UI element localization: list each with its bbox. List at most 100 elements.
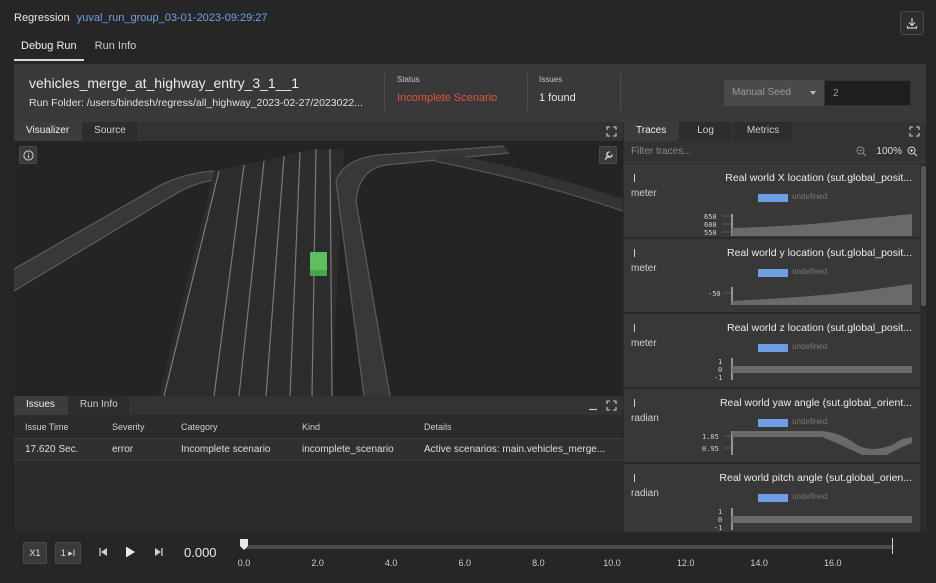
minimize-icon[interactable] [588, 401, 598, 411]
chevron-down-icon [810, 91, 816, 95]
play-icon[interactable] [123, 545, 137, 559]
header-divider [620, 73, 621, 111]
tab-source[interactable]: Source [82, 122, 139, 141]
timeline-tick-label: 6.0 [458, 558, 472, 568]
trace-filter-input[interactable]: Filter traces... [631, 146, 692, 157]
skip-back-icon[interactable] [96, 545, 110, 559]
info-button[interactable] [19, 146, 37, 164]
legend-swatch [758, 419, 788, 427]
trace-marker [634, 174, 635, 182]
legend-swatch [758, 494, 788, 502]
scene-canvas[interactable] [14, 141, 623, 396]
timeline-end-marker [892, 538, 893, 554]
trace-marker [634, 249, 635, 257]
trace-name: Real world pitch angle (sut.global_orien… [719, 472, 912, 484]
trace-card[interactable]: meter Real world X location (sut.global_… [624, 164, 920, 238]
column-header[interactable]: Details [413, 417, 623, 439]
seed-input[interactable]: 2 [824, 80, 911, 106]
y-tick-label: -50 [708, 290, 721, 298]
trace-chart: -50 [708, 284, 912, 305]
top-bar: Regression yuval_run_group_03-01-2023-09… [0, 0, 936, 36]
issue-severity: error [101, 438, 170, 461]
tab-traces[interactable]: Traces [624, 122, 680, 141]
tab-log[interactable]: Log [679, 122, 733, 141]
trace-marker [634, 399, 635, 407]
tab-metrics[interactable]: Metrics [732, 122, 795, 141]
download-button[interactable] [900, 11, 924, 35]
expand-icon[interactable] [909, 126, 920, 137]
issues-value: 1 found [539, 92, 576, 104]
issue-kind: incomplete_scenario [291, 438, 413, 461]
timeline-handle[interactable] [239, 538, 249, 552]
timeline-tick-label: 4.0 [384, 558, 398, 568]
timeline-track[interactable] [244, 545, 893, 549]
y-tick-label: 600 [704, 221, 717, 229]
trace-scrollbar[interactable] [921, 164, 926, 532]
trace-card[interactable]: meter Real world y location (sut.global_… [624, 239, 920, 313]
column-header[interactable]: Severity [101, 417, 170, 439]
trace-chart: 1 0 -1 [714, 358, 912, 382]
y-tick-label: 650 [704, 213, 717, 221]
y-tick-label: 1 [718, 358, 722, 366]
issues-tabs: Issues Run Info [14, 396, 623, 415]
tab-visualizer[interactable]: Visualizer [14, 122, 83, 141]
trace-unit: radian [631, 488, 659, 499]
expand-icon[interactable] [606, 126, 617, 137]
issue-details: Active scenarios: main.vehicles_merge... [413, 438, 623, 461]
trace-marker [634, 474, 635, 482]
scrollbar-thumb[interactable] [921, 166, 926, 306]
tab-issues-run-info[interactable]: Run Info [67, 396, 131, 415]
trace-marker [634, 324, 635, 332]
issues-panel: Issues Run Info Issue Time Severity Cate… [14, 396, 623, 532]
speed-button[interactable]: X1 [23, 542, 47, 564]
y-tick-label: 1.05 [702, 433, 719, 441]
legend-swatch [758, 269, 788, 277]
issue-time: 17.620 Sec. [14, 438, 101, 461]
tab-debug-run[interactable]: Debug Run [14, 37, 84, 61]
issues-table: Issue Time Severity Category Kind Detail… [14, 417, 623, 461]
header-divider [527, 73, 528, 111]
road-scene [14, 145, 623, 396]
zoom-in-icon[interactable] [907, 146, 918, 157]
step-button[interactable]: 1 ▸I [55, 542, 81, 564]
column-header[interactable]: Issue Time [14, 417, 101, 439]
run-header: vehicles_merge_at_highway_entry_3_1__1 R… [14, 64, 926, 122]
zoom-out-icon[interactable] [856, 146, 867, 157]
trace-chart: 650 600 550 [704, 213, 912, 236]
y-tick-label: 0 [718, 516, 722, 524]
y-tick-label: 0 [718, 366, 722, 374]
tab-issues[interactable]: Issues [14, 396, 68, 415]
timeline-tick-label: 10.0 [603, 558, 621, 568]
zoom-level: 100% [876, 146, 902, 157]
column-header[interactable]: Kind [291, 417, 413, 439]
trace-name: Real world X location (sut.global_posit.… [725, 172, 912, 184]
skip-forward-icon[interactable] [152, 545, 166, 559]
visualizer-tabs: Visualizer Source [14, 122, 623, 141]
trace-card[interactable]: meter Real world z location (sut.global_… [624, 314, 920, 388]
settings-button[interactable] [599, 146, 617, 164]
expand-icon[interactable] [606, 400, 617, 411]
page-tabs: Debug Run Run Info [14, 37, 147, 61]
debug-run-panel: vehicles_merge_at_highway_entry_3_1__1 R… [14, 64, 926, 574]
trace-unit: radian [631, 413, 659, 424]
playback-bar: X1 1 ▸I 0.000 0.0 2.0 4.0 6.0 8.0 10.0 12.0 14.… [14, 532, 926, 574]
legend-swatch [758, 344, 788, 352]
legend-label: undefined [792, 492, 828, 501]
trace-name: Real world yaw angle (sut.global_orient.… [719, 397, 912, 409]
trace-card[interactable]: radian Real world pitch angle (sut.globa… [624, 464, 920, 532]
current-time: 0.000 [184, 545, 217, 560]
table-header-row: Issue Time Severity Category Kind Detail… [14, 417, 623, 439]
trace-filter-bar: Filter traces... 100% [624, 141, 926, 163]
tab-run-info[interactable]: Run Info [88, 37, 144, 61]
run-group-link[interactable]: yuval_run_group_03-01-2023-09:29:27 [77, 12, 268, 24]
traces-tabs: Traces Log Metrics [624, 122, 926, 141]
y-tick-label: -1 [714, 524, 722, 532]
column-header[interactable]: Category [170, 417, 291, 439]
download-icon [906, 18, 918, 29]
table-row[interactable]: 17.620 Sec. error Incomplete scenario in… [14, 438, 623, 461]
timeline-tick-label: 16.0 [824, 558, 842, 568]
trace-card[interactable]: radian Real world yaw angle (sut.global_… [624, 389, 920, 463]
seed-mode-select[interactable]: Manual Seed [724, 80, 824, 106]
timeline-slider[interactable]: 0.0 2.0 4.0 6.0 8.0 10.0 12.0 14.0 16.0 [238, 538, 894, 570]
run-folder: Run Folder: /users/bindesh/regress/all_h… [29, 97, 363, 109]
